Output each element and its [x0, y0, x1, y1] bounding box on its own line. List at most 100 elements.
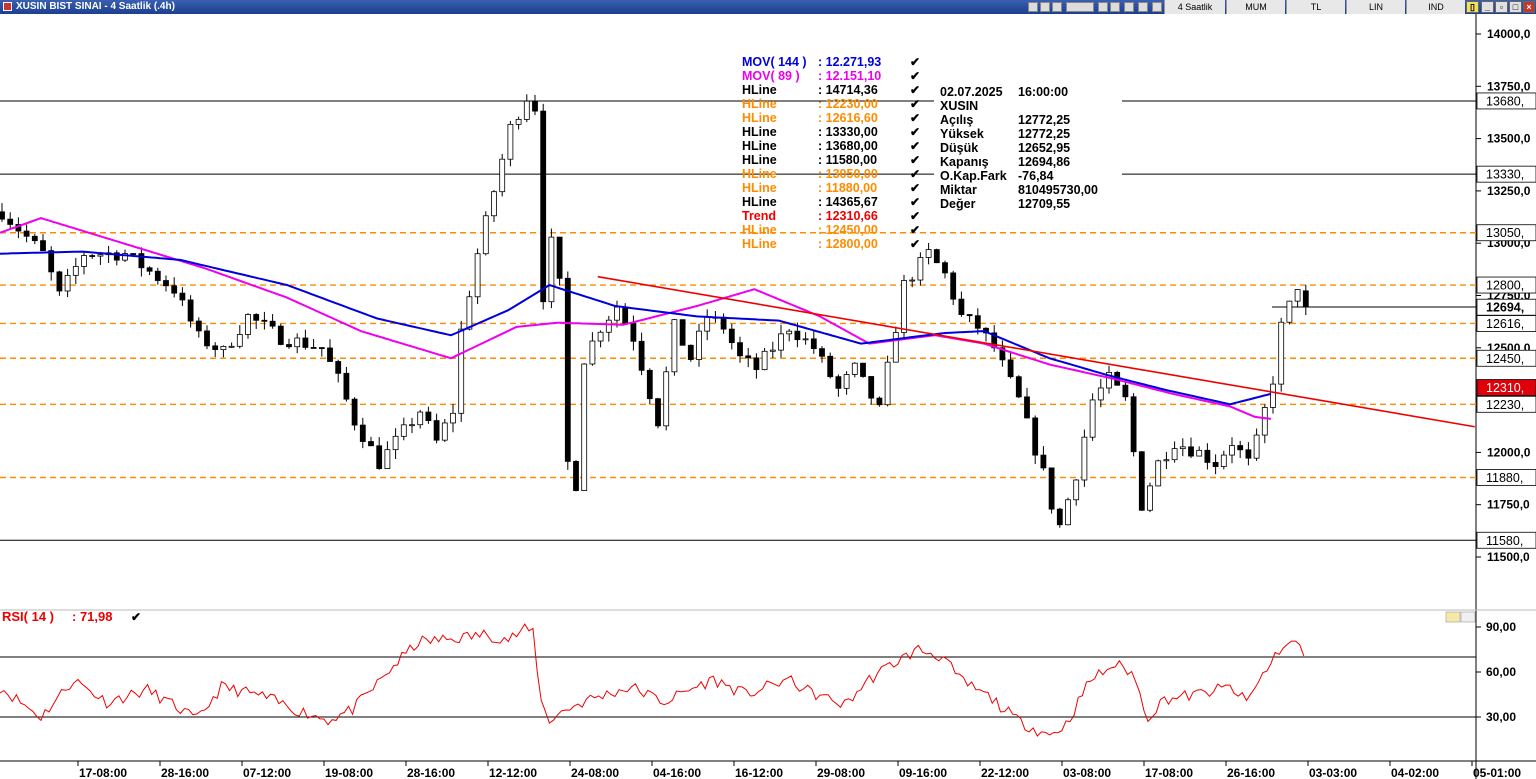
indicator-selector[interactable]: IND: [1406, 0, 1465, 14]
period-selector[interactable]: 4 Saatlik: [1164, 0, 1225, 14]
time-axis-label: 07-12:00: [243, 766, 291, 779]
down-candle-body: [1204, 449, 1211, 463]
candle: [1188, 437, 1194, 458]
app-icon[interactable]: [3, 2, 12, 11]
up-candle-body: [441, 422, 448, 441]
candle: [540, 103, 547, 310]
toolbar-draw-icon[interactable]: [1124, 2, 1134, 12]
legend-value: : 12.271,93: [818, 55, 881, 69]
candle: [146, 266, 153, 276]
up-candle-body: [671, 319, 678, 373]
legend-visibility-check-icon[interactable]: ✔: [910, 209, 920, 223]
restore-icon[interactable]: ▫: [1495, 1, 1508, 13]
legend-value: : 13680,00: [818, 139, 878, 153]
up-candle-body: [1163, 459, 1170, 462]
up-candle-body: [1196, 449, 1203, 457]
toolbar-grid-icon[interactable]: [1098, 2, 1108, 12]
legend-visibility-check-icon[interactable]: ✔: [910, 69, 920, 83]
time-axis-label: 04-16:00: [653, 766, 701, 779]
down-candle-body: [876, 397, 883, 406]
up-candle-body: [1179, 446, 1186, 450]
candle: [1089, 393, 1096, 441]
toolbar-save-icon[interactable]: [1052, 2, 1062, 12]
legend-visibility-check-icon[interactable]: ✔: [910, 223, 920, 237]
up-candle-body: [761, 350, 768, 371]
legend-name: MOV( 89 ): [742, 69, 800, 83]
legend-visibility-check-icon[interactable]: ✔: [910, 181, 920, 195]
down-candle-body: [376, 445, 383, 469]
down-candle-body: [1015, 376, 1022, 398]
time-axis-label: 17-08:00: [1145, 766, 1193, 779]
candle: [253, 313, 260, 329]
currency-selector[interactable]: TL: [1286, 0, 1345, 14]
up-candle-body: [417, 411, 424, 426]
toolbar-link-icon[interactable]: [1138, 2, 1148, 12]
candle: [343, 366, 350, 402]
price-chart[interactable]: 14000,013750,013500,013250,013000,012750…: [0, 14, 1536, 779]
toolbar-period-icon[interactable]: [1066, 2, 1094, 12]
legend-visibility-check-icon[interactable]: ✔: [910, 97, 920, 111]
close-icon[interactable]: ×: [1523, 1, 1535, 13]
up-candle-body: [605, 319, 612, 333]
candle: [950, 270, 957, 305]
down-candle-body: [556, 236, 563, 279]
axis-value-tag: 11880,: [1476, 469, 1536, 486]
legend-visibility-check-icon[interactable]: ✔: [910, 167, 920, 181]
legend-visibility-check-icon[interactable]: ✔: [910, 237, 920, 251]
candle: [302, 329, 309, 350]
down-candle-body: [327, 347, 333, 362]
legend-name: HLine: [742, 83, 777, 97]
down-candle-body: [1122, 384, 1129, 398]
up-candle-body: [236, 334, 243, 347]
legend-visibility-check-icon[interactable]: ✔: [910, 153, 920, 167]
candle: [892, 326, 899, 363]
rsi-panel-pin-icon[interactable]: [1445, 611, 1461, 623]
legend-visibility-check-icon[interactable]: ✔: [910, 111, 920, 125]
info-label: Düşük: [940, 141, 978, 155]
scale-selector[interactable]: LIN: [1346, 0, 1405, 14]
rsi-visibility-check-icon[interactable]: ✔: [131, 610, 141, 624]
axis-tag-label: 13050,: [1486, 226, 1524, 240]
down-candle-body: [1138, 451, 1145, 511]
info-label: Değer: [940, 197, 976, 211]
minimize-icon[interactable]: _: [1481, 1, 1494, 13]
legend-visibility-check-icon[interactable]: ✔: [910, 139, 920, 153]
legend-visibility-check-icon[interactable]: ✔: [910, 83, 920, 97]
candle: [925, 242, 932, 265]
legend-visibility-check-icon[interactable]: ✔: [910, 55, 920, 69]
rsi-panel-close-icon[interactable]: [1460, 611, 1476, 623]
candle: [1024, 387, 1030, 419]
candle: [786, 328, 793, 342]
up-candle-body: [392, 435, 399, 451]
candle: [819, 346, 825, 363]
legend-visibility-check-icon[interactable]: ✔: [910, 125, 920, 139]
toolbar-tool-icon[interactable]: [1028, 2, 1038, 12]
candle: [761, 347, 768, 371]
toolbar-zoom-icon[interactable]: [1110, 2, 1120, 12]
down-candle-body: [966, 314, 973, 317]
down-candle-body: [860, 362, 866, 377]
candle: [220, 345, 227, 358]
candle: [81, 252, 87, 275]
candle: [409, 417, 415, 434]
candle: [1171, 441, 1178, 463]
axis-value-tag: 12230,: [1476, 395, 1536, 413]
down-candle-body: [318, 347, 325, 349]
candle: [589, 332, 596, 366]
up-candle-body: [597, 331, 604, 342]
legend-visibility-check-icon[interactable]: ✔: [910, 195, 920, 209]
toolbar-print-icon[interactable]: [1040, 2, 1050, 12]
candle: [884, 355, 891, 407]
candle: [204, 325, 210, 350]
time-axis-label: 19-08:00: [325, 766, 373, 779]
down-candle-body: [819, 348, 825, 357]
maximize-icon[interactable]: □: [1509, 1, 1522, 13]
pin-icon[interactable]: ▯: [1466, 1, 1479, 13]
toolbar-settings-icon[interactable]: [1152, 2, 1162, 12]
down-candle-body: [433, 420, 440, 441]
up-candle-body: [1089, 399, 1096, 438]
candle: [687, 344, 694, 362]
chart-style-selector[interactable]: MUM: [1226, 0, 1285, 14]
candle: [1253, 428, 1260, 461]
down-candle-body: [1237, 445, 1244, 451]
